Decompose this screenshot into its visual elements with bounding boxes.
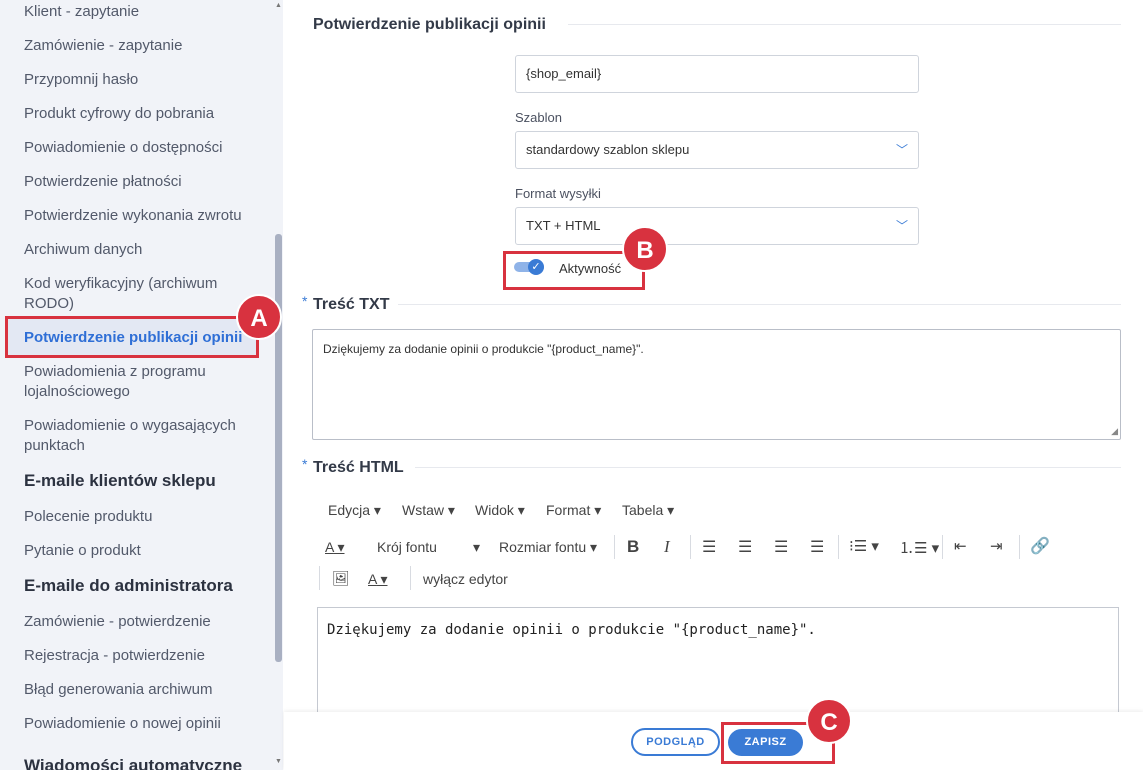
toolbar-separator [942,535,943,559]
menu-table[interactable]: Tabela ▾ [622,502,674,519]
html-content-title: Treść HTML [313,459,404,476]
menu-edit[interactable]: Edycja ▾ [328,502,381,519]
format-select[interactable]: TXT + HTML ﹀ [515,207,919,245]
bold-icon[interactable]: B [627,537,639,557]
template-label: Szablon [515,110,562,125]
toolbar-separator [410,566,411,590]
toolbar-separator [319,566,320,590]
align-right-icon[interactable]: ☰ [774,537,788,557]
section-title: Potwierdzenie publikacji opinii [313,16,546,33]
sidebar-scrollbar-thumb[interactable] [275,234,282,662]
sidebar-item-order-inquiry[interactable]: Zamówienie - zapytanie [24,36,256,56]
link-icon[interactable]: 🔗 [1030,536,1050,556]
format-select-value: TXT + HTML [526,218,601,233]
sidebar: Klient - zapytanie Zamówienie - zapytani… [0,0,283,770]
required-mark: * [302,456,308,472]
required-mark: * [302,293,308,309]
sidebar-item-expiring-points[interactable]: Powiadomienie o wygasających punktach [24,416,244,456]
annotation-badge-c: C [806,698,852,744]
annotation-badge-a: A [236,294,282,340]
chevron-down-icon: ﹀ [895,219,908,233]
resize-grip-icon[interactable]: ◢ [1111,426,1118,437]
font-size-select[interactable]: Rozmiar fontu ▾ [499,539,597,556]
align-left-icon[interactable]: ☰ [702,537,716,557]
sidebar-item-availability[interactable]: Powiadomienie o dostępności [24,138,256,158]
background-color-button[interactable]: A ▾ [368,571,388,588]
preview-button[interactable]: PODGLĄD [631,728,720,756]
sidebar-item-product-recommendation[interactable]: Polecenie produktu [24,507,256,527]
html-editor-body[interactable]: Dziękujemy za dodanie opinii o produkcie… [317,607,1119,727]
toolbar-separator [690,535,691,559]
align-center-icon[interactable]: ☰ [738,537,752,557]
sidebar-item-loyalty-program[interactable]: Powiadomienia z programu lojalnościowego [24,362,224,402]
toolbar-separator [1019,535,1020,559]
template-select-value: standardowy szablon sklepu [526,142,690,157]
sidebar-item-digital-product[interactable]: Produkt cyfrowy do pobrania [24,104,256,124]
sidebar-item-verification-code[interactable]: Kod weryfikacyjny (archiwum RODO) [24,274,234,314]
sidebar-item-registration-confirmation[interactable]: Rejestracja - potwierdzenie [24,646,256,666]
template-select[interactable]: standardowy szablon sklepu ﹀ [515,131,919,169]
menu-view[interactable]: Widok ▾ [475,502,525,519]
menu-insert[interactable]: Wstaw ▾ [402,502,455,519]
scroll-down-arrow-icon[interactable]: ▼ [274,758,283,765]
sidebar-item-data-archive[interactable]: Archiwum danych [24,240,256,260]
annotation-box-a [5,316,259,358]
scroll-up-arrow-icon[interactable]: ▲ [274,2,283,9]
sidebar-item-return-confirmation[interactable]: Potwierdzenie wykonania zwrotu [24,206,256,226]
image-icon[interactable]: 🖼 [332,570,350,587]
sidebar-item-remind-password[interactable]: Przypomnij hasło [24,70,256,90]
numbered-list-icon[interactable]: ⒈☰ ▾ [899,537,939,558]
sidebar-group-customer-emails: E-maile klientów sklepu [24,471,216,490]
sender-email-input[interactable]: {shop_email} [515,55,919,93]
menu-format[interactable]: Format ▾ [546,502,601,519]
section-divider [568,24,1121,25]
format-label: Format wysyłki [515,186,601,201]
align-justify-icon[interactable]: ☰ [810,537,824,557]
indent-icon[interactable]: ⇥ [990,537,1003,555]
chevron-down-icon: ﹀ [895,143,908,157]
sidebar-item-product-question[interactable]: Pytanie o produkt [24,541,256,561]
section-divider [415,467,1121,468]
toolbar-separator [614,535,615,559]
sidebar-item-new-review[interactable]: Powiadomienie o nowej opinii [24,714,256,734]
sidebar-group-admin-emails: E-maile do administratora [24,576,233,595]
bullet-list-icon[interactable]: ⁝☰ ▾ [849,537,879,555]
toolbar-separator [838,535,839,559]
italic-icon[interactable]: I [664,537,670,557]
txt-content-value: Dziękujemy za dodanie opinii o produkcie… [323,342,644,356]
font-family-select[interactable]: Krój fontu ▾ [377,539,480,556]
disable-editor-button[interactable]: wyłącz edytor [423,571,508,587]
sidebar-item-order-confirmation[interactable]: Zamówienie - potwierdzenie [24,612,256,632]
sidebar-item-client-inquiry[interactable]: Klient - zapytanie [24,2,256,22]
sidebar-item-payment-confirmation[interactable]: Potwierdzenie płatności [24,172,256,192]
section-divider [398,304,1121,305]
annotation-badge-b: B [622,226,668,272]
html-editor-content: Dziękujemy za dodanie opinii o produkcie… [327,622,816,638]
outdent-icon[interactable]: ⇤ [954,537,967,555]
txt-content-textarea[interactable]: Dziękujemy za dodanie opinii o produkcie… [312,329,1121,440]
txt-content-title: Treść TXT [313,296,390,313]
text-color-button[interactable]: A ▾ [325,539,345,556]
sidebar-item-archive-error[interactable]: Błąd generowania archiwum [24,680,256,700]
sidebar-group-automatic-messages: Wiadomości automatyczne [24,756,243,770]
